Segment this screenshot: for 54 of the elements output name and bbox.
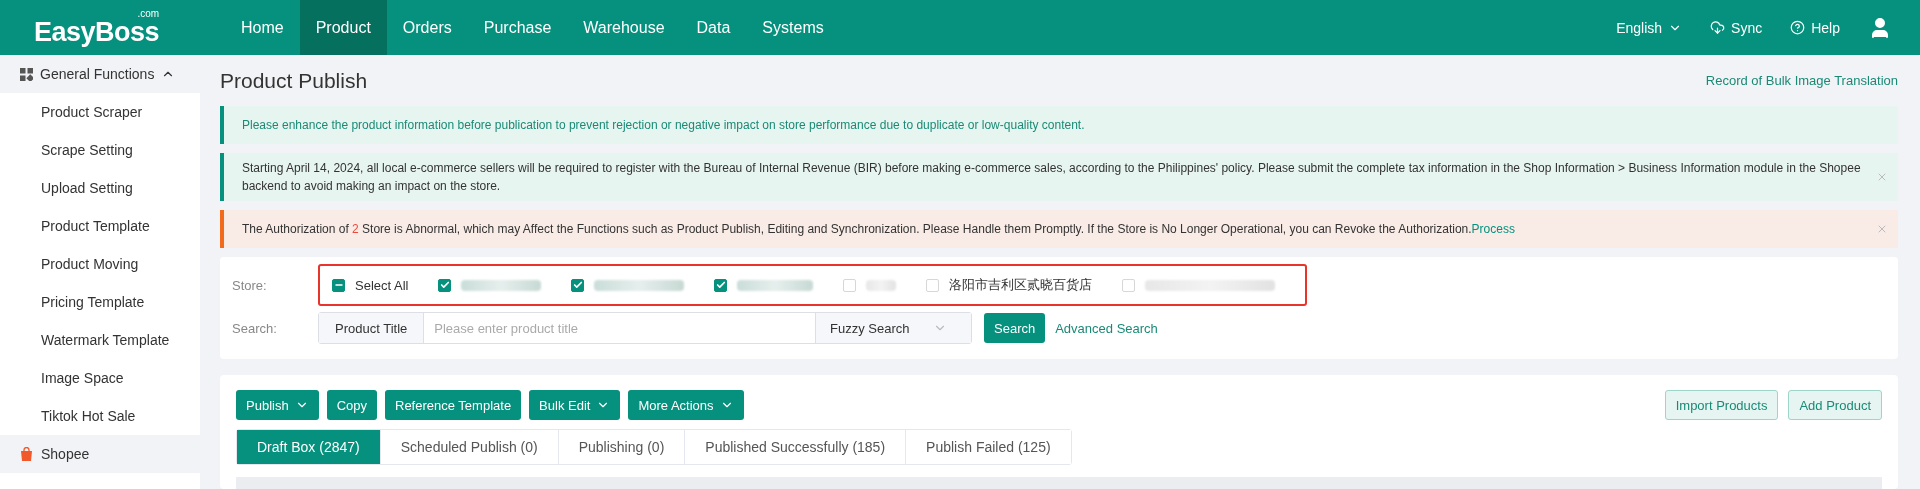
nav-item[interactable]: Home xyxy=(225,0,300,55)
store-checkbox[interactable] xyxy=(438,278,542,292)
store-checkbox[interactable] xyxy=(571,278,685,292)
help-icon xyxy=(1790,20,1806,35)
nav-item[interactable]: Product xyxy=(299,0,387,55)
shopping-bag-icon xyxy=(20,447,33,461)
store-checkbox[interactable] xyxy=(1122,278,1276,292)
sidebar-item[interactable]: Pricing Template xyxy=(0,283,200,321)
logo-suffix: .com xyxy=(137,7,160,19)
sidebar-item[interactable]: Product Moving xyxy=(0,245,200,283)
alert-text: Starting April 14, 2024, all local e-commerce sellers will be required to register with the Bureau of Internal Revenue (BIR) before making e-commerce sales, according to the Philippines' policy. Please submit the complete tax information in the Shop Information > Business Information module in the Shopee backend to avoid making an impact on the store. xyxy=(242,160,1862,196)
sidebar-item[interactable]: Product Template xyxy=(0,207,200,245)
nav-item[interactable]: Warehouse xyxy=(567,0,681,55)
action-button[interactable]: Reference Template xyxy=(385,390,522,420)
nav-item[interactable]: Systems xyxy=(746,0,840,55)
language-dropdown[interactable]: English xyxy=(1616,19,1683,36)
translation-record-link[interactable]: Record of Bulk Image Translation xyxy=(1705,73,1898,89)
search-mode-dropdown[interactable]: Fuzzy Search xyxy=(815,313,971,343)
cloud-download-icon xyxy=(1710,20,1726,35)
nav-item[interactable]: Purchase xyxy=(467,0,568,55)
alert-text: Please enhance the product information before publication to prevent rejection or negative impact on store performance due to duplicate or low-quality content. xyxy=(242,117,1085,135)
sidebar-group[interactable]: General Functions xyxy=(0,55,200,93)
select-all-checkbox[interactable]: Select All xyxy=(332,277,409,293)
store-checkbox[interactable] xyxy=(843,278,897,292)
store-label: Store: xyxy=(232,277,268,293)
help-link[interactable]: Help xyxy=(1790,19,1840,36)
grid-icon xyxy=(20,67,33,81)
action-button[interactable]: Import Products xyxy=(1664,390,1779,420)
search-button[interactable]: Search xyxy=(984,313,1046,343)
blurred-name xyxy=(866,279,897,291)
status-tab[interactable]: Draft Box (2847) xyxy=(237,430,381,464)
search-field[interactable]: Product Title Please enter product title Fuzzy Search xyxy=(318,312,972,344)
action-button[interactable]: Add Product xyxy=(1788,390,1882,420)
sidebar-item[interactable]: Scrape Setting xyxy=(0,131,200,169)
nav-item[interactable]: Data xyxy=(680,0,747,55)
action-button[interactable]: Bulk Edit xyxy=(529,390,621,420)
store-checkbox[interactable] xyxy=(714,278,814,292)
page-title: Product Publish xyxy=(220,68,368,93)
sidebar-item[interactable]: Image Space xyxy=(0,359,200,397)
sidebar-item[interactable]: Tiktok Hot Sale xyxy=(0,397,200,435)
logo: EasyBoss xyxy=(34,16,160,48)
nav-item[interactable]: Orders xyxy=(386,0,468,55)
search-label: Search: xyxy=(232,320,278,336)
sidebar-item[interactable]: Watermark Template xyxy=(0,321,200,359)
action-button[interactable]: Copy xyxy=(326,390,377,420)
advanced-search-link[interactable]: Advanced Search xyxy=(1055,320,1158,336)
process-link[interactable]: Process xyxy=(1471,222,1515,236)
sync-link[interactable]: Sync xyxy=(1710,19,1763,36)
alert-text: The Authorization of 2 Store is Abnormal, which may Affect the Functions such as Product Publish, Editing and Synchronization. Please Handle them Promptly. If the Store is No Longer Operational, you can Revoke the Authorization.Process xyxy=(242,221,1515,238)
sidebar-item[interactable]: Upload Setting xyxy=(0,169,200,207)
sidebar-item[interactable]: Product Scraper xyxy=(0,93,200,131)
action-button[interactable]: More Actions xyxy=(628,390,744,420)
sidebar-item[interactable]: Shopee xyxy=(0,435,200,473)
action-button[interactable]: Publish xyxy=(236,390,319,420)
